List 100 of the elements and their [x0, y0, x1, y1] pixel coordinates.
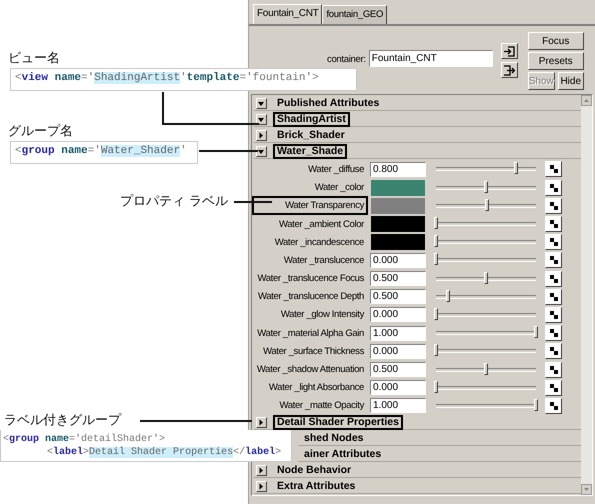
- map-button[interactable]: [545, 325, 562, 342]
- color-swatch[interactable]: [370, 178, 426, 197]
- map-button[interactable]: [545, 270, 562, 287]
- callout-title: グループ名: [8, 122, 73, 140]
- slider-thumb[interactable]: [514, 162, 518, 174]
- slider-thumb[interactable]: [434, 344, 438, 356]
- slider-thumb[interactable]: [485, 198, 489, 211]
- code-line: <label>Detail Shader Properties</label>: [46, 446, 282, 459]
- slider-thumb[interactable]: [534, 326, 538, 338]
- checker-icon: [550, 238, 558, 246]
- attribute-label: Water _incandescence: [274, 236, 365, 250]
- slider-thumb[interactable]: [534, 398, 538, 411]
- attribute-label: Water Transparency: [252, 196, 368, 216]
- attribute-label: Water _shadow Attenuation: [256, 363, 365, 378]
- button[interactable]: Hide: [558, 72, 584, 90]
- tab[interactable]: Fountain_CNT: [253, 4, 322, 24]
- number-field[interactable]: 1.000: [370, 398, 426, 414]
- map-button[interactable]: [545, 306, 562, 323]
- attribute-label: Water _diffuse: [307, 162, 365, 177]
- arrow-into-box-icon: [503, 46, 516, 56]
- slider-thumb[interactable]: [434, 253, 438, 266]
- section-label: Extra Attributes: [276, 479, 356, 494]
- section-label: Detail Shader Properties: [273, 415, 403, 430]
- attribute-label: Water _light Absorbance: [268, 381, 365, 396]
- number-field[interactable]: 0.800: [370, 162, 426, 177]
- attribute-label: Water _color: [314, 181, 366, 196]
- slider-thumb[interactable]: [484, 362, 488, 375]
- checker-icon: [550, 310, 558, 319]
- attribute-label: Water _material Alpha Gain: [256, 326, 365, 341]
- number-field[interactable]: 0.500: [370, 271, 426, 286]
- slider-thumb[interactable]: [434, 217, 438, 230]
- button[interactable]: Focus: [528, 32, 584, 50]
- section-header[interactable]: shed Nodes: [298, 432, 581, 446]
- section-header[interactable]: Node Behavior: [254, 464, 581, 478]
- section-label: Node Behavior: [276, 463, 352, 478]
- map-button[interactable]: [545, 198, 562, 214]
- attribute-label: Water _ambient Color: [278, 218, 366, 232]
- attribute-label: Water _surface Thickness: [262, 344, 365, 359]
- leader-line: [199, 150, 258, 152]
- button[interactable]: Presets: [528, 52, 584, 70]
- code-line: <view name='ShadingArtist'template='fountain'>: [15, 72, 320, 85]
- map-button[interactable]: [545, 398, 562, 414]
- section-header[interactable]: Water_Shade: [254, 145, 581, 160]
- section-header[interactable]: Extra Attributes: [254, 480, 581, 494]
- import-button[interactable]: [500, 43, 518, 59]
- map-button[interactable]: [545, 161, 562, 178]
- export-button[interactable]: [500, 62, 518, 78]
- map-button[interactable]: [545, 380, 562, 396]
- section-label: Published Attributes: [276, 96, 380, 112]
- checker-icon: [550, 366, 558, 374]
- number-field[interactable]: 0.000: [370, 252, 426, 268]
- map-button[interactable]: [545, 362, 562, 378]
- number-field[interactable]: 0.000: [370, 344, 426, 359]
- section-label: Water_Shade: [273, 144, 348, 160]
- slider-thumb[interactable]: [484, 180, 488, 193]
- slider-thumb[interactable]: [434, 308, 438, 320]
- slider-thumb[interactable]: [434, 380, 438, 393]
- slider-thumb[interactable]: [484, 272, 488, 284]
- section-header[interactable]: Brick_Shader: [254, 129, 581, 144]
- slider-thumb[interactable]: [434, 235, 438, 248]
- attribute-label: Water _translucence: [282, 254, 365, 268]
- scrollbar[interactable]: [581, 95, 592, 495]
- slider-thumb[interactable]: [446, 290, 450, 302]
- map-button[interactable]: [545, 288, 562, 305]
- callout-title: ラベル付きグループ: [4, 411, 121, 429]
- map-button[interactable]: [545, 252, 562, 268]
- number-field[interactable]: 0.000: [370, 380, 426, 396]
- number-field[interactable]: 0.500: [370, 289, 426, 304]
- checker-icon: [550, 220, 558, 228]
- map-button[interactable]: [545, 343, 562, 360]
- checker-icon: [550, 202, 558, 210]
- checker-icon: [550, 184, 558, 192]
- color-swatch[interactable]: [370, 215, 426, 234]
- map-button[interactable]: [545, 216, 562, 232]
- number-field[interactable]: 0.500: [370, 362, 426, 378]
- checker-icon: [550, 384, 558, 392]
- section-header[interactable]: ainer Attributes: [298, 448, 581, 462]
- callout-title: ビュー名: [8, 49, 60, 67]
- number-field[interactable]: 0.000: [370, 307, 426, 322]
- code-line: <group name='detailShader'>: [3, 433, 166, 446]
- number-field[interactable]: 1.000: [370, 326, 426, 341]
- checker-icon: [550, 292, 558, 301]
- field-label: container:: [327, 54, 366, 65]
- leader-line: [234, 201, 272, 203]
- checker-icon: [550, 274, 558, 283]
- attribute-label: Water _glow Intensity: [280, 308, 366, 322]
- section-label: ainer Attributes: [303, 447, 382, 462]
- input-field[interactable]: Fountain_CNT: [368, 50, 493, 67]
- section-label: Brick_Shader: [276, 128, 346, 144]
- attribute-label: Water _translucence Depth: [256, 290, 365, 304]
- callout-title: プロパティ ラベル: [120, 192, 228, 210]
- tab[interactable]: fountain_GEO: [322, 5, 388, 24]
- section-header[interactable]: Published Attributes: [254, 97, 581, 112]
- map-button[interactable]: [545, 234, 562, 250]
- section-label: shed Nodes: [303, 431, 365, 446]
- color-swatch[interactable]: [370, 196, 426, 215]
- color-swatch[interactable]: [370, 233, 426, 252]
- arrow-out-of-box-icon: [503, 64, 516, 76]
- section-header[interactable]: ShadingArtist: [254, 113, 581, 128]
- map-button[interactable]: [545, 180, 562, 196]
